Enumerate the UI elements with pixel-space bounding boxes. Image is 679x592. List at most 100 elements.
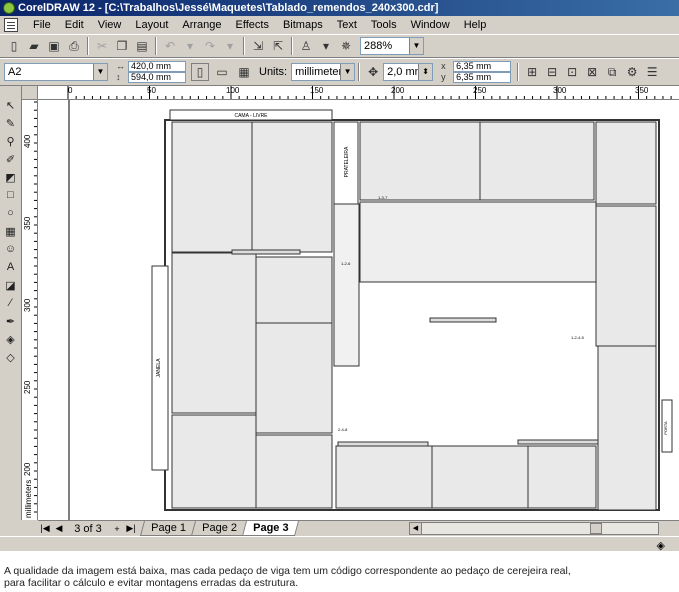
panel[interactable] xyxy=(597,345,657,511)
panel[interactable] xyxy=(359,121,481,201)
menu-view[interactable]: View xyxy=(91,16,129,34)
menu-help[interactable]: Help xyxy=(457,16,494,34)
beam[interactable] xyxy=(517,439,599,445)
previous-page-icon[interactable]: ◀ xyxy=(52,523,66,534)
strip[interactable] xyxy=(333,203,360,367)
menu-arrange[interactable]: Arrange xyxy=(175,16,228,34)
beam[interactable] xyxy=(429,317,497,323)
save-icon[interactable]: ▣ xyxy=(46,38,62,54)
first-page-icon[interactable]: |◀ xyxy=(38,523,52,534)
interactive-fill-tool-icon[interactable]: ◇ xyxy=(3,349,19,365)
undo-icon[interactable]: ↶ xyxy=(162,38,178,54)
vertical-ruler[interactable]: 400 350 300 250 200 millimeters xyxy=(22,100,38,520)
ellipse-tool-icon[interactable]: ○ xyxy=(3,205,19,221)
export-icon[interactable]: ⇱ xyxy=(270,38,286,54)
portrait-icon[interactable]: ▯ xyxy=(191,63,209,81)
landscape-icon[interactable]: ▭ xyxy=(213,63,231,81)
rectangle-tool-icon[interactable]: □ xyxy=(3,187,19,203)
more-options-icon[interactable]: ☰ xyxy=(644,64,660,80)
panel[interactable] xyxy=(171,252,257,414)
panel[interactable] xyxy=(359,201,597,283)
menu-tools[interactable]: Tools xyxy=(364,16,404,34)
launcher-dropdown-icon[interactable]: ▾ xyxy=(318,38,334,54)
duplicate-y-input[interactable]: 6,35 mm xyxy=(453,72,512,83)
horizontal-scrollbar[interactable]: ◀ xyxy=(409,522,659,535)
chevron-down-icon[interactable]: ▼ xyxy=(409,38,423,54)
drawing-canvas[interactable]: CAMA - LIVRE PRATELEIRA JANELA PORTA 1-3… xyxy=(38,100,679,520)
outline-tool-icon[interactable]: ✒ xyxy=(3,313,19,329)
scroll-left-icon[interactable]: ◀ xyxy=(410,523,422,534)
redo-icon[interactable]: ↷ xyxy=(202,38,218,54)
menu-file[interactable]: File xyxy=(26,16,58,34)
spinner-icon[interactable]: ⬍ xyxy=(418,64,433,80)
duplicate-x-input[interactable]: 6,35 mm xyxy=(453,61,512,72)
tab-page-3[interactable]: Page 3 xyxy=(241,521,300,536)
panel[interactable] xyxy=(251,121,333,253)
cut-icon[interactable]: ✂ xyxy=(94,38,110,54)
nudge-distance-input[interactable]: 2,0 mm ⬍ xyxy=(383,63,434,81)
dynamic-guides-icon[interactable]: ⊠ xyxy=(584,64,600,80)
menu-text[interactable]: Text xyxy=(330,16,364,34)
paste-icon[interactable]: ▤ xyxy=(134,38,150,54)
fill-bucket-icon[interactable]: ◈ xyxy=(657,539,665,551)
zoom-tool-icon[interactable]: ⚲ xyxy=(3,133,19,149)
copy-icon[interactable]: ❐ xyxy=(114,38,130,54)
fill-tool-icon[interactable]: ◈ xyxy=(3,331,19,347)
redo-dropdown-icon[interactable]: ▾ xyxy=(222,38,238,54)
text-tool-icon[interactable]: A xyxy=(3,259,19,275)
print-icon[interactable]: ⎙ xyxy=(66,38,82,54)
treat-as-filled-icon[interactable]: ⧉ xyxy=(604,64,620,80)
panel[interactable] xyxy=(479,121,595,201)
menu-bitmaps[interactable]: Bitmaps xyxy=(276,16,330,34)
import-icon[interactable]: ⇲ xyxy=(250,38,266,54)
pick-tool-icon[interactable]: ↖ xyxy=(3,97,19,113)
options-icon[interactable]: ⚙ xyxy=(624,64,640,80)
tab-page-2[interactable]: Page 2 xyxy=(190,521,248,536)
scrollbar-thumb[interactable] xyxy=(590,523,602,534)
smart-fill-tool-icon[interactable]: ◩ xyxy=(3,169,19,185)
undo-dropdown-icon[interactable]: ▾ xyxy=(182,38,198,54)
tab-page-1[interactable]: Page 1 xyxy=(139,521,197,536)
snap-to-grid-icon[interactable]: ⊞ xyxy=(524,64,540,80)
paper-size-select[interactable]: A2 ▼ xyxy=(4,63,108,81)
menu-layout[interactable]: Layout xyxy=(128,16,175,34)
page-width-input[interactable]: 420,0 mm xyxy=(128,61,186,72)
chevron-down-icon[interactable]: ▼ xyxy=(340,64,355,80)
panel[interactable] xyxy=(171,414,257,509)
shape-tool-icon[interactable]: ✎ xyxy=(3,115,19,131)
basic-shapes-tool-icon[interactable]: ☺ xyxy=(3,241,19,257)
eyedropper-tool-icon[interactable]: ⁄ xyxy=(3,295,19,311)
new-document-icon[interactable]: ▯ xyxy=(6,38,22,54)
beam[interactable] xyxy=(231,249,301,255)
panel[interactable] xyxy=(527,445,597,509)
next-page-icon[interactable]: ▶| xyxy=(124,523,138,534)
document-icon[interactable] xyxy=(4,18,18,32)
panel[interactable] xyxy=(255,434,333,509)
panel[interactable] xyxy=(255,322,333,434)
snap-to-guidelines-icon[interactable]: ⊟ xyxy=(544,64,560,80)
page-layout-icon[interactable]: ▦ xyxy=(235,63,253,81)
ruler-origin[interactable] xyxy=(22,86,38,100)
panel[interactable] xyxy=(171,121,253,253)
units-select[interactable]: millimeters ▼ xyxy=(291,63,356,81)
corel-online-icon[interactable]: ✵ xyxy=(338,38,354,54)
panel[interactable] xyxy=(431,445,529,509)
panel[interactable] xyxy=(595,121,657,205)
panel[interactable] xyxy=(255,256,333,324)
zoom-level-select[interactable]: 288% ▼ xyxy=(360,37,424,55)
floor-plan-drawing[interactable]: CAMA - LIVRE PRATELEIRA JANELA PORTA 1-3… xyxy=(38,100,679,520)
beam[interactable] xyxy=(337,441,429,447)
open-folder-icon[interactable]: ▰ xyxy=(26,38,42,54)
horizontal-ruler[interactable]: 0 50 100 150 200 250 300 350 xyxy=(38,86,679,100)
chevron-down-icon[interactable]: ▼ xyxy=(93,64,107,80)
page-height-input[interactable]: 594,0 mm xyxy=(128,72,186,83)
panel[interactable] xyxy=(335,445,433,509)
interactive-blend-tool-icon[interactable]: ◪ xyxy=(3,277,19,293)
menu-edit[interactable]: Edit xyxy=(58,16,91,34)
menu-window[interactable]: Window xyxy=(404,16,457,34)
snap-to-objects-icon[interactable]: ⊡ xyxy=(564,64,580,80)
freehand-tool-icon[interactable]: ✐ xyxy=(3,151,19,167)
graph-paper-tool-icon[interactable]: ▦ xyxy=(3,223,19,239)
panel[interactable] xyxy=(595,205,657,347)
menu-effects[interactable]: Effects xyxy=(229,16,276,34)
